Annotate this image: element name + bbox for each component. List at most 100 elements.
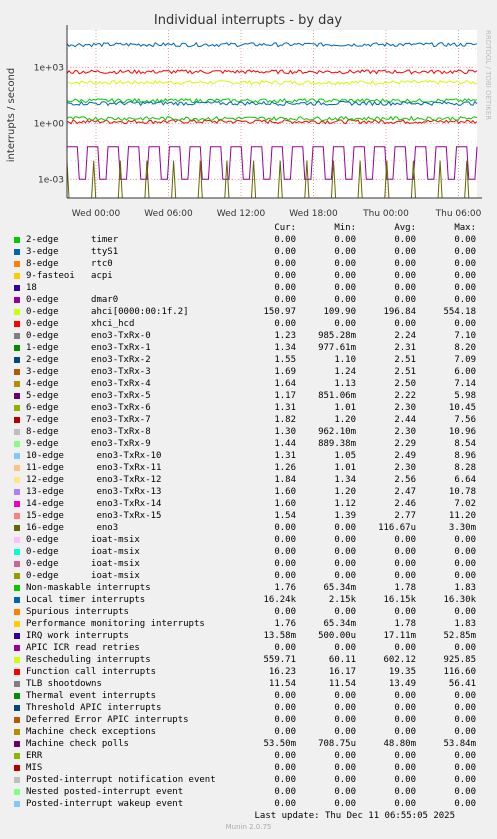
legend-max-value: 8.28 xyxy=(454,463,476,473)
legend-swatch xyxy=(14,381,20,387)
legend-max-value: 0.00 xyxy=(454,547,476,557)
legend-swatch xyxy=(14,621,20,627)
legend-row: 13-edge eno3-TxRx-13 1.60 1.20 2.47 10.78 xyxy=(0,486,497,498)
legend-swatch xyxy=(14,561,20,567)
legend-swatch xyxy=(14,285,20,291)
x-tick-label: Wed 00:00 xyxy=(72,209,121,219)
legend-row: Thermal event interrupts 0.00 0.00 0.00 0.00 xyxy=(0,690,497,702)
legend-max-value: 11.20 xyxy=(448,511,476,521)
legend-row: Rescheduling interrupts 559.71 60.11 602.12… xyxy=(0,654,497,666)
legend-row: 9-fasteoi acpi 0.00 0.00 0.00 0.00 xyxy=(0,270,497,282)
legend-row: Local timer interrupts 16.24k 2.15k 16.15k 1… xyxy=(0,594,497,606)
legend-swatch xyxy=(14,777,20,783)
legend-swatch xyxy=(14,729,20,735)
legend-max-value: 0.00 xyxy=(454,295,476,305)
legend-swatch xyxy=(14,261,20,267)
legend-row: TLB shootdowns 11.54 11.54 13.49 56.41 xyxy=(0,678,497,690)
legend-row: 3-edge ttyS1 0.00 0.00 0.00 0.00 xyxy=(0,246,497,258)
legend-label: 0-edge ioat-msix xyxy=(26,547,140,557)
legend-label: Performance monitoring interrupts xyxy=(26,619,205,629)
legend-max-value: 8.20 xyxy=(454,343,476,353)
legend-row: 0-edge ioat-msix 0.00 0.00 0.00 0.00 xyxy=(0,534,497,546)
legend-row: 6-edge eno3-TxRx-6 1.31 1.01 2.30 10.45 xyxy=(0,402,497,414)
legend-label: MIS xyxy=(26,763,43,773)
legend-row: APIC ICR read retries 0.00 0.00 0.00 0.00 xyxy=(0,642,497,654)
legend-label: Spurious interrupts xyxy=(26,607,129,617)
legend-label: 11-edge eno3-TxRx-11 xyxy=(26,463,162,473)
legend-label: 3-edge eno3-TxRx-3 xyxy=(26,367,151,377)
x-tick-label: Wed 12:00 xyxy=(217,209,266,219)
legend-row: 15-edge eno3-TxRx-15 1.54 1.39 2.77 11.20 xyxy=(0,510,497,522)
legend-row: 0-edge dmar0 0.00 0.00 0.00 0.00 xyxy=(0,294,497,306)
legend-row: 2-edge eno3-TxRx-2 1.55 1.10 2.51 7.09 xyxy=(0,354,497,366)
legend-label: 1-edge eno3-TxRx-1 xyxy=(26,343,151,353)
munin-version: Munin 2.0.75 xyxy=(225,823,272,831)
y-tick-label: 1e-03 xyxy=(38,175,64,185)
legend-swatch xyxy=(14,681,20,687)
legend-max-value: 7.09 xyxy=(454,355,476,365)
legend-swatch xyxy=(14,693,20,699)
legend-swatch xyxy=(14,417,20,423)
legend-label: 16-edge eno3 xyxy=(26,523,119,533)
legend-swatch xyxy=(14,549,20,555)
legend-swatch xyxy=(14,237,20,243)
legend-swatch xyxy=(14,465,20,471)
legend-label: 5-edge eno3-TxRx-5 xyxy=(26,391,151,401)
legend-swatch xyxy=(14,297,20,303)
legend-label: 0-edge ioat-msix xyxy=(26,535,140,545)
legend-label: 9-edge eno3-TxRx-9 xyxy=(26,439,151,449)
legend-row: 16-edge eno3 0.00 0.00 116.67u 3.30m xyxy=(0,522,497,534)
legend-max-value: 0.00 xyxy=(454,751,476,761)
legend-swatch xyxy=(14,669,20,675)
legend-label: APIC ICR read retries xyxy=(26,643,140,653)
legend-row: 18 0.00 0.00 0.00 0.00 xyxy=(0,282,497,294)
legend-row: 0-edge eno3-TxRx-0 1.23 985.28m 2.24 7.10 xyxy=(0,330,497,342)
legend-label: 7-edge eno3-TxRx-7 xyxy=(26,415,151,425)
legend-swatch xyxy=(14,393,20,399)
legend-row: 7-edge eno3-TxRx-7 1.82 1.20 2.44 7.56 xyxy=(0,414,497,426)
legend-swatch xyxy=(14,453,20,459)
legend-row: 0-edge ioat-msix 0.00 0.00 0.00 0.00 xyxy=(0,570,497,582)
legend-row: MIS 0.00 0.00 0.00 0.00 xyxy=(0,762,497,774)
legend-max-value: 10.45 xyxy=(448,403,476,413)
legend-swatch xyxy=(14,585,20,591)
legend-max-value: 7.02 xyxy=(454,499,476,509)
plot-area xyxy=(67,30,477,198)
legend-max-value: 116.60 xyxy=(443,667,476,677)
chart-title: Individual interrupts - by day xyxy=(154,13,342,28)
legend-label: 0-edge eno3-TxRx-0 xyxy=(26,331,151,341)
x-tick-label: Thu 00:00 xyxy=(362,209,409,219)
legend-swatch xyxy=(14,321,20,327)
legend-label: 2-edge eno3-TxRx-2 xyxy=(26,355,151,365)
legend-label: 10-edge eno3-TxRx-10 xyxy=(26,451,162,461)
legend-label: 13-edge eno3-TxRx-13 xyxy=(26,487,162,497)
legend-label: 6-edge eno3-TxRx-6 xyxy=(26,403,151,413)
legend-label: 9-fasteoi acpi xyxy=(26,271,113,281)
legend-swatch xyxy=(14,741,20,747)
legend-row: 4-edge eno3-TxRx-4 1.64 1.13 2.50 7.14 xyxy=(0,378,497,390)
last-update: Last update: Thu Dec 11 06:55:05 2025 xyxy=(254,811,455,821)
legend-max-value: 5.98 xyxy=(454,391,476,401)
legend-max-value: 8.54 xyxy=(454,439,476,449)
legend-label: Rescheduling interrupts xyxy=(26,655,151,665)
legend-max-value: 0.00 xyxy=(454,691,476,701)
legend-row: 9-edge eno3-TxRx-9 1.44 889.38m 2.29 8.54 xyxy=(0,438,497,450)
legend-max-value: 0.00 xyxy=(454,259,476,269)
legend-max-value: 53.84m xyxy=(443,739,476,749)
legend-row: 0-edge xhci_hcd 0.00 0.00 0.00 0.00 xyxy=(0,318,497,330)
legend-label: 15-edge eno3-TxRx-15 xyxy=(26,511,162,521)
legend-label: Machine check polls xyxy=(26,739,129,749)
legend-row: 1-edge eno3-TxRx-1 1.34 977.61m 2.31 8.20 xyxy=(0,342,497,354)
legend-row: 0-edge ioat-msix 0.00 0.00 0.00 0.00 xyxy=(0,546,497,558)
legend-row: 0-edge ioat-msix 0.00 0.00 0.00 0.00 xyxy=(0,558,497,570)
legend-max-value: 10.96 xyxy=(448,427,476,437)
legend-max-value: 0.00 xyxy=(454,319,476,329)
legend-max-value: 8.96 xyxy=(454,451,476,461)
legend-swatch xyxy=(14,405,20,411)
legend-max-value: 0.00 xyxy=(454,247,476,257)
legend-label: 0-edge xhci_hcd xyxy=(26,319,135,329)
legend-swatch xyxy=(14,309,20,315)
legend-max-value: 0.00 xyxy=(454,271,476,281)
legend-swatch xyxy=(14,765,20,771)
legend-label: 0-edge dmar0 xyxy=(26,295,119,305)
